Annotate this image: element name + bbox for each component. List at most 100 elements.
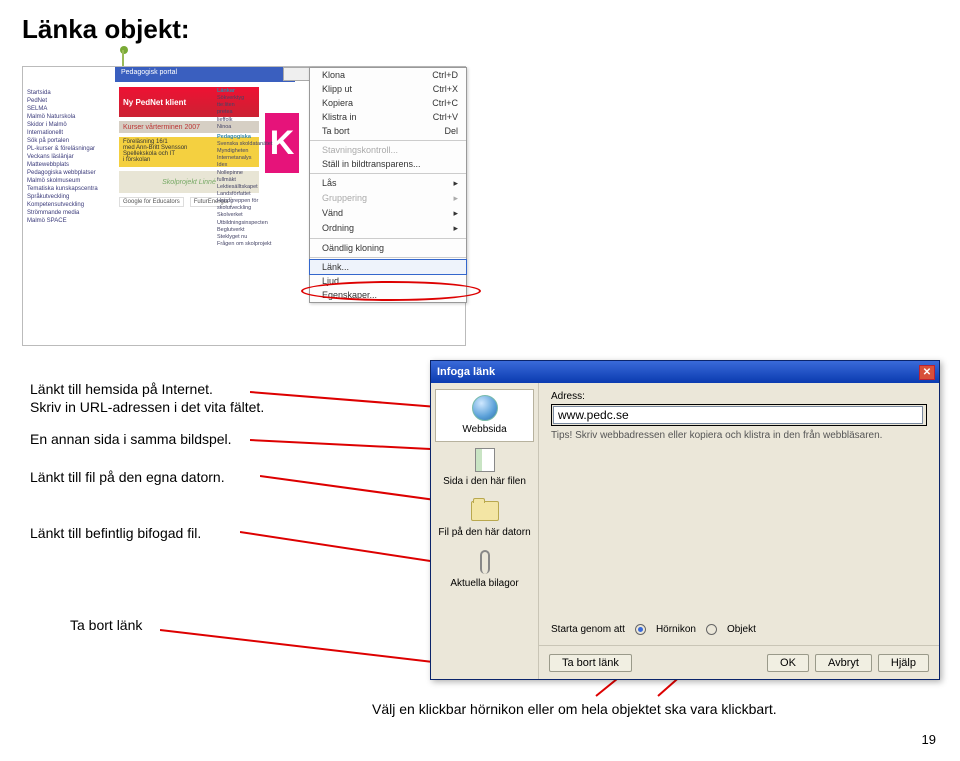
ctx-ordning[interactable]: Ordning▸ bbox=[310, 221, 466, 236]
arrow-5 bbox=[160, 626, 460, 676]
ctx-gruppering: Gruppering▸ bbox=[310, 191, 466, 206]
side-label: Fil på den här datorn bbox=[433, 527, 536, 538]
ctx-oandlig-kloning[interactable]: Oändlig kloning bbox=[310, 241, 466, 255]
ctx-bildtransparens[interactable]: Ställ in bildtransparens... bbox=[310, 157, 466, 171]
ctx-klistra-in[interactable]: Klistra inCtrl+V bbox=[310, 110, 466, 124]
starta-label: Starta genom att bbox=[551, 624, 625, 635]
radio-objekt-label: Objekt bbox=[727, 624, 756, 635]
nav-item: PL-kurser & föreläsningar bbox=[27, 145, 111, 153]
link-col-item: Beglutverkt bbox=[217, 227, 285, 234]
portal-nav: Startsida PedNet SELMA Malmö Naturskola … bbox=[23, 85, 115, 229]
dialog-titlebar: Infoga länk ✕ bbox=[431, 361, 939, 383]
link-col-item: Frågen om skolprojekt bbox=[217, 241, 285, 248]
cancel-button[interactable]: Avbryt bbox=[815, 654, 872, 672]
dialog-footer: Ta bort länk OK Avbryt Hjälp bbox=[539, 645, 939, 679]
remove-link-button[interactable]: Ta bort länk bbox=[549, 654, 632, 672]
address-input[interactable] bbox=[553, 406, 923, 424]
nav-item: Malmö skolmuseum bbox=[27, 177, 111, 185]
link-col-item: Internetanalys bbox=[217, 155, 285, 162]
ctx-klona[interactable]: KlonaCtrl+D bbox=[310, 68, 466, 82]
dialog-main: Adress: Tips! Skriv webbadressen eller k… bbox=[539, 383, 939, 679]
portal-screenshot: Pedagogisk portal Startsida PedNet SELMA… bbox=[22, 66, 466, 346]
nav-item: Pedagogiska webbplatser bbox=[27, 169, 111, 177]
selection-handle bbox=[283, 67, 311, 81]
address-tip: Tips! Skriv webbadressen eller kopiera o… bbox=[551, 430, 911, 442]
side-label: Aktuella bilagor bbox=[433, 578, 536, 589]
link-col-item: Myndigheten bbox=[217, 148, 285, 155]
ctx-stavning: Stavningskontroll... bbox=[310, 143, 466, 157]
side-label: Webbsida bbox=[438, 424, 531, 435]
ctx-lank[interactable]: Länk... bbox=[310, 260, 466, 274]
paperclip-icon bbox=[480, 550, 490, 574]
side-aktuella-bilagor[interactable]: Aktuella bilagor bbox=[431, 544, 538, 595]
side-label: Sida i den här filen bbox=[433, 476, 536, 487]
link-col-item: Ninoa bbox=[217, 124, 285, 131]
nav-item: Malmö Naturskola bbox=[27, 113, 111, 121]
arrow-2 bbox=[250, 434, 460, 454]
nav-item: Sök på portalen bbox=[27, 137, 111, 145]
help-button[interactable]: Hjälp bbox=[878, 654, 929, 672]
ctx-las[interactable]: Lås▸ bbox=[310, 176, 466, 191]
radio-hornikon-label: Hörnikon bbox=[656, 624, 696, 635]
link-col-item: Pedagogiska bbox=[217, 134, 285, 141]
link-col-item: lieffolk bbox=[217, 117, 285, 124]
dialog-title: Infoga länk bbox=[437, 366, 495, 378]
link-col-item: Svenska skoldatanätet bbox=[217, 141, 285, 148]
link-col-item: Nollepinne bbox=[217, 170, 285, 177]
insert-link-dialog: Infoga länk ✕ Webbsida Sida i den här fi… bbox=[430, 360, 940, 680]
link-col-item: Sökverktyg bbox=[217, 95, 285, 102]
page-number: 19 bbox=[922, 732, 936, 747]
dialog-sidebar: Webbsida Sida i den här filen Fil på den… bbox=[431, 383, 539, 679]
portal-header: Pedagogisk portal bbox=[115, 67, 295, 82]
link-col-header: Länkar bbox=[217, 88, 285, 95]
nav-item: Kompetensutveckling bbox=[27, 201, 111, 209]
ctx-egenskaper[interactable]: Egenskaper... bbox=[310, 288, 466, 302]
ctx-klipp-ut[interactable]: Klipp utCtrl+X bbox=[310, 82, 466, 96]
link-column: Länkar Sökverktyg tte:liten pretea lieff… bbox=[217, 85, 285, 248]
radio-hornikon[interactable] bbox=[635, 624, 646, 635]
link-col-item: Handgreppen för skolutveckling bbox=[217, 198, 285, 212]
link-col-item: Idex bbox=[217, 162, 285, 169]
arrow-4 bbox=[240, 528, 460, 578]
page-icon bbox=[475, 448, 495, 472]
link-col-item: pretea bbox=[217, 109, 285, 116]
nav-item: Mattewebbplats bbox=[27, 161, 111, 169]
nav-item: Skidor i Malmö bbox=[27, 121, 111, 129]
nav-item: Veckans läslänjar bbox=[27, 153, 111, 161]
address-highlight-box bbox=[551, 404, 927, 426]
annotation-ta-bort: Ta bort länk bbox=[70, 616, 142, 634]
link-col-item: tte:liten bbox=[217, 102, 285, 109]
arrow-1 bbox=[250, 388, 460, 418]
nav-item: Språkutveckling bbox=[27, 193, 111, 201]
close-icon[interactable]: ✕ bbox=[919, 365, 935, 380]
side-fil-dator[interactable]: Fil på den här datorn bbox=[431, 493, 538, 544]
ctx-ljud[interactable]: Ljud... bbox=[310, 274, 466, 288]
nav-item: PedNet bbox=[27, 97, 111, 105]
nav-item: SELMA bbox=[27, 105, 111, 113]
nav-item: Startsida bbox=[27, 89, 111, 97]
nav-item: Tematiska kunskapscentra bbox=[27, 185, 111, 193]
ok-button[interactable]: OK bbox=[767, 654, 809, 672]
logo-google: Google for Educators bbox=[119, 197, 184, 207]
ctx-vand[interactable]: Vänd▸ bbox=[310, 206, 466, 221]
starta-row: Starta genom att Hörnikon Objekt bbox=[551, 624, 756, 635]
globe-icon bbox=[472, 395, 498, 421]
context-menu[interactable]: KlonaCtrl+D Klipp utCtrl+X KopieraCtrl+C… bbox=[309, 67, 467, 303]
link-col-item: Utbildningsinspecten bbox=[217, 220, 285, 227]
nav-item: Strömmande media bbox=[27, 209, 111, 217]
nav-item: Malmö SPACE bbox=[27, 217, 111, 225]
ctx-ta-bort[interactable]: Ta bortDel bbox=[310, 124, 466, 138]
link-col-item: Steklyget nu bbox=[217, 234, 285, 241]
annotation-fil-dator: Länkt till fil på den egna datorn. bbox=[30, 468, 290, 486]
side-sida-i-filen[interactable]: Sida i den här filen bbox=[431, 442, 538, 493]
link-col-item: Lektiesälltskapet bbox=[217, 184, 285, 191]
page-title: Länka objekt: bbox=[22, 14, 938, 45]
ctx-kopiera[interactable]: KopieraCtrl+C bbox=[310, 96, 466, 110]
side-webbsida[interactable]: Webbsida bbox=[435, 389, 534, 442]
nav-item: Internationellt bbox=[27, 129, 111, 137]
link-col-item: Landsförfattet bbox=[217, 191, 285, 198]
radio-objekt[interactable] bbox=[706, 624, 717, 635]
title-rule bbox=[122, 50, 124, 66]
link-col-item: Skolverket bbox=[217, 212, 285, 219]
folder-icon bbox=[471, 501, 499, 521]
